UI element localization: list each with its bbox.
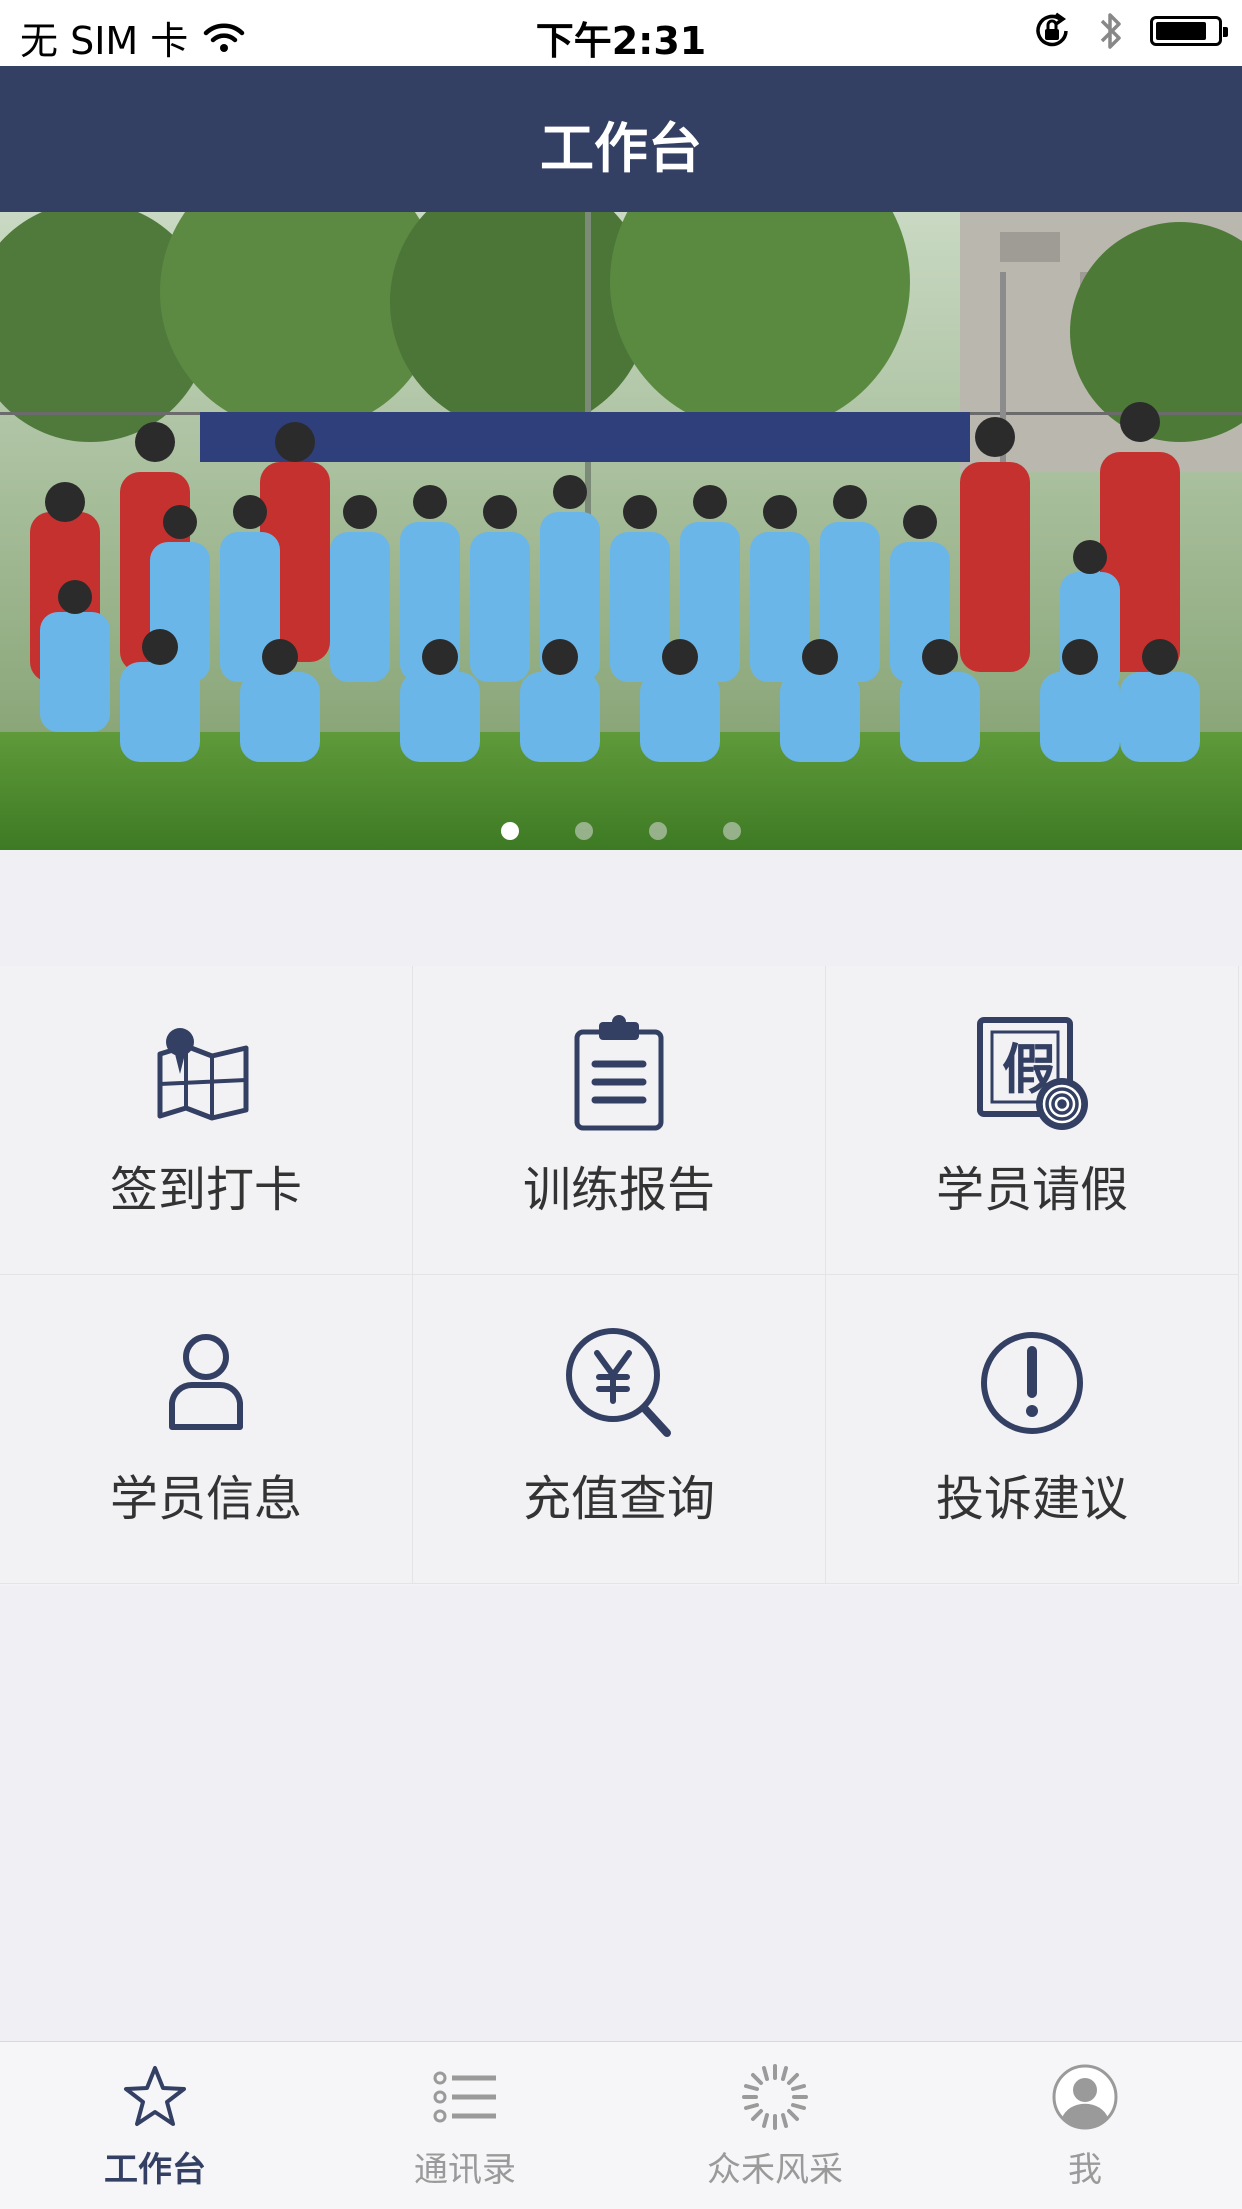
pager-dot[interactable] (723, 822, 741, 840)
carousel-pager (0, 822, 1242, 840)
grid-item-complaint[interactable]: 投诉建议 (826, 1275, 1239, 1584)
tab-contacts[interactable]: 通讯录 (310, 2042, 620, 2209)
pager-dot[interactable] (649, 822, 667, 840)
function-grid: 签到打卡 训练报告 假 学员请假 学员信息 充值查询 投诉建议 (0, 966, 1242, 1586)
pager-dot[interactable] (501, 822, 519, 840)
star-icon (124, 2066, 186, 2126)
yen-search-icon (566, 1328, 671, 1437)
tab-me[interactable]: 我 (930, 2042, 1240, 2209)
grid-item-label: 投诉建议 (935, 1471, 1128, 1527)
banner-photo (0, 212, 1242, 850)
page-title: 工作台 (540, 117, 702, 180)
tab-label: 众禾风采 (707, 2150, 843, 2190)
grid-item-student-info[interactable]: 学员信息 (0, 1275, 413, 1584)
pager-dot[interactable] (575, 822, 593, 840)
grid-item-label: 学员请假 (935, 1162, 1128, 1218)
status-right (1032, 10, 1228, 52)
leave-fingerprint-icon: 假 (977, 1017, 1088, 1130)
bluetooth-icon (1100, 13, 1121, 49)
clipboard-icon (574, 1015, 664, 1131)
grid-item-training-report[interactable]: 训练报告 (413, 966, 826, 1275)
tab-workbench[interactable]: 工作台 (0, 2042, 310, 2209)
exclamation-circle-icon (981, 1332, 1083, 1434)
grid-item-student-leave[interactable]: 假 学员请假 (826, 966, 1239, 1275)
battery-icon (1150, 16, 1228, 46)
grid-item-label: 学员信息 (109, 1471, 302, 1527)
wifi-icon (204, 23, 245, 52)
carrier-text: 无 SIM 卡 (20, 19, 189, 63)
grid-item-recharge-query[interactable]: 充值查询 (413, 1275, 826, 1584)
grid-item-label: 签到打卡 (109, 1162, 302, 1218)
grid-item-label: 充值查询 (522, 1471, 715, 1527)
tab-bar: 工作台 通讯录 众禾风采 我 (0, 2041, 1242, 2209)
list-icon (433, 2071, 496, 2123)
user-icon (169, 1334, 243, 1430)
status-bar: 下午2:31 无 SIM 卡 (0, 0, 1242, 66)
orientation-lock-icon (1036, 12, 1068, 47)
grid-item-check-in[interactable]: 签到打卡 (0, 966, 413, 1275)
banner-carousel[interactable] (0, 212, 1242, 850)
status-left: 无 SIM 卡 (20, 10, 246, 65)
grid-item-label: 训练报告 (522, 1162, 715, 1218)
loading-spinner-icon (742, 2064, 808, 2130)
profile-icon (1052, 2064, 1118, 2130)
navigation-bar: 工作台 (0, 66, 1242, 212)
tab-showcase[interactable]: 众禾风采 (620, 2042, 930, 2209)
tab-label: 通讯录 (414, 2150, 516, 2190)
battery-level (1156, 22, 1207, 40)
tab-label: 我 (1068, 2150, 1102, 2190)
tab-label: 工作台 (104, 2150, 206, 2190)
map-pin-icon (157, 1028, 249, 1121)
